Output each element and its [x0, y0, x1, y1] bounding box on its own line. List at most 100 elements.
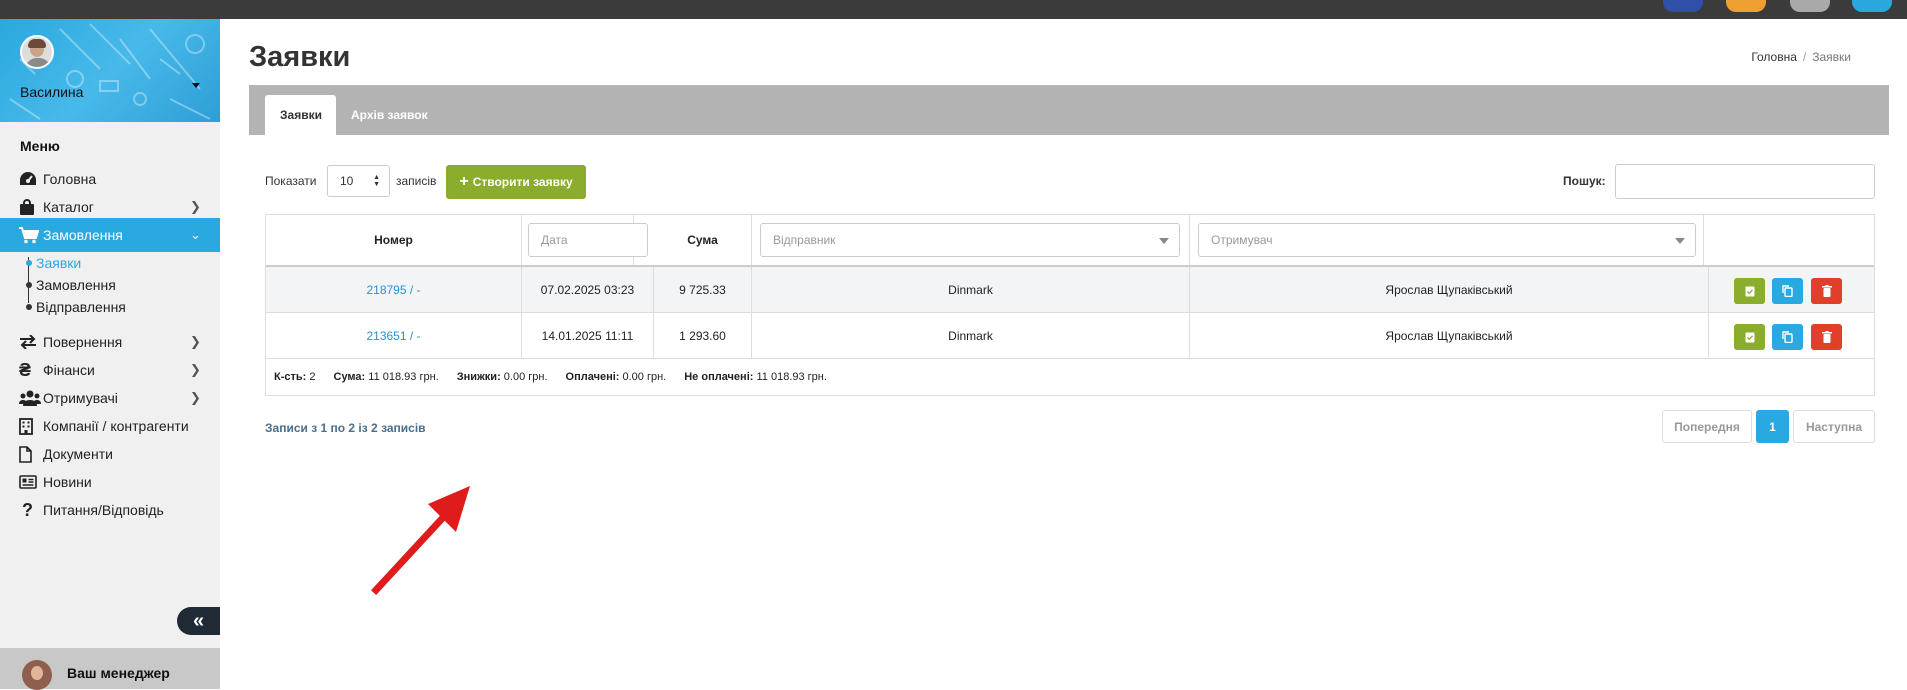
- breadcrumb: Головна / Заявки: [1751, 50, 1851, 64]
- delete-button[interactable]: [1811, 324, 1842, 350]
- recipient-filter-placeholder: Отримувач: [1211, 233, 1273, 247]
- page-title: Заявки: [249, 41, 351, 73]
- hryvnia-icon: ₴: [19, 359, 32, 380]
- app-icon-lightblue[interactable]: [1852, 0, 1892, 12]
- sidebar-item-label: Компанії / контрагенти: [43, 418, 189, 434]
- chevron-down-icon: ⌄: [190, 227, 201, 242]
- header-number[interactable]: Номер: [266, 215, 522, 265]
- profile-panel: Василина: [0, 19, 220, 122]
- create-request-button[interactable]: + Створити заявку: [446, 165, 586, 199]
- file-icon: [19, 445, 43, 463]
- copy-button[interactable]: [1772, 278, 1803, 304]
- header-recipient-cell: Отримувач: [1190, 215, 1704, 265]
- annotation-arrow-icon: [371, 486, 470, 595]
- top-bar: [0, 0, 1907, 19]
- pagination-next[interactable]: Наступна: [1793, 410, 1875, 443]
- request-recipient: Ярослав Щупаківський: [1190, 313, 1709, 358]
- show-label: Показати: [265, 174, 317, 188]
- exchange-icon: [19, 335, 43, 349]
- submenu-item-orders[interactable]: Замовлення: [22, 274, 116, 296]
- bullet-icon: [26, 304, 32, 310]
- plus-icon: +: [459, 173, 469, 190]
- request-number-link[interactable]: 213651 / -: [266, 313, 522, 358]
- page-size-select[interactable]: 10 ▲ ▼: [327, 165, 390, 197]
- totals-sum: Сума: 11 018.93 грн.: [333, 371, 439, 383]
- username[interactable]: Василина: [20, 84, 83, 100]
- sidebar-item-label: Фінанси: [43, 362, 95, 378]
- request-sender: Dinmark: [752, 267, 1190, 312]
- newspaper-icon: [19, 475, 43, 489]
- bullet-icon: [26, 260, 32, 266]
- manager-label: Ваш менеджер: [67, 665, 170, 681]
- chevron-right-icon: ❯: [190, 362, 201, 377]
- sidebar-item-faq[interactable]: ? Питання/Відповідь: [0, 493, 220, 527]
- app-icon-blue[interactable]: [1663, 0, 1703, 12]
- header-actions: [1709, 215, 1875, 265]
- table-header-row: Номер Дата Сума Відправник Отримувач: [266, 215, 1874, 267]
- table-totals: К-сть: 2 Сума: 11 018.93 грн. Знижки: 0.…: [266, 359, 1874, 395]
- tab-bar: Заявки Архів заявок: [249, 85, 1889, 135]
- request-sum: 1 293.60: [654, 313, 752, 358]
- tab-archive[interactable]: Архів заявок: [336, 95, 443, 135]
- search-label: Пошук:: [1563, 174, 1606, 188]
- avatar[interactable]: [20, 35, 54, 69]
- copy-icon: [1782, 285, 1793, 297]
- chevron-right-icon: ❯: [190, 199, 201, 214]
- app-icon-orange[interactable]: [1726, 0, 1766, 12]
- date-filter-input[interactable]: Дата: [528, 223, 648, 257]
- breadcrumb-current: Заявки: [1812, 50, 1851, 64]
- breadcrumb-separator: /: [1802, 50, 1807, 64]
- sidebar-item-label: Питання/Відповідь: [43, 502, 164, 518]
- submenu-label: Відправлення: [36, 299, 126, 315]
- pagination-page-1[interactable]: 1: [1756, 410, 1789, 443]
- cart-icon: [19, 226, 43, 244]
- records-info: Записи з 1 по 2 із 2 записів: [265, 421, 426, 435]
- header-date-cell: Дата: [522, 215, 648, 265]
- building-icon: [19, 417, 43, 435]
- dropdown-arrow-icon: [1675, 238, 1685, 244]
- totals-count: К-сть: 2: [274, 371, 316, 383]
- users-icon: [19, 390, 43, 406]
- request-sum: 9 725.33: [654, 267, 752, 312]
- tab-requests[interactable]: Заявки: [265, 95, 336, 135]
- chevron-right-icon: ❯: [190, 334, 201, 349]
- trash-icon: [1821, 285, 1832, 297]
- sidebar-item-label: Каталог: [43, 199, 94, 215]
- caret-down-icon[interactable]: [192, 83, 200, 88]
- request-date: 14.01.2025 11:11: [522, 313, 654, 358]
- shopping-bag-icon: [19, 198, 43, 216]
- search-input[interactable]: [1615, 164, 1875, 199]
- header-sum[interactable]: Сума: [654, 215, 752, 265]
- pagination-prev[interactable]: Попередня: [1662, 410, 1752, 443]
- request-number-link[interactable]: 218795 / -: [266, 267, 522, 312]
- chevron-right-icon: ❯: [190, 390, 201, 405]
- breadcrumb-home[interactable]: Головна: [1751, 50, 1797, 64]
- manager-panel[interactable]: Ваш менеджер: [0, 648, 220, 690]
- collapse-sidebar-button[interactable]: «: [177, 607, 220, 635]
- sidebar-item-orders[interactable]: Замовлення ⌄: [0, 218, 220, 252]
- sender-filter-select[interactable]: Відправник: [760, 223, 1180, 257]
- table-row: 213651 / - 14.01.2025 11:11 1 293.60 Din…: [266, 313, 1874, 359]
- submenu-item-requests[interactable]: Заявки: [22, 252, 81, 274]
- app-icon-gray[interactable]: [1790, 0, 1830, 12]
- header-sender-cell: Відправник: [752, 215, 1190, 265]
- dropdown-arrow-icon: [1159, 238, 1169, 244]
- sidebar-item-label: Головна: [43, 171, 97, 187]
- recipient-filter-select[interactable]: Отримувач: [1198, 223, 1696, 257]
- clipboard-check-icon: [1745, 332, 1754, 343]
- submenu-item-shipments[interactable]: Відправлення: [22, 296, 126, 318]
- records-label: записів: [396, 174, 437, 188]
- totals-paid: Оплачені: 0.00 грн.: [565, 371, 667, 383]
- sidebar-item-label: Документи: [43, 446, 113, 462]
- delete-button[interactable]: [1811, 278, 1842, 304]
- approve-button[interactable]: [1734, 324, 1765, 350]
- request-recipient: Ярослав Щупаківський: [1190, 267, 1709, 312]
- menu-title: Меню: [20, 138, 60, 154]
- sidebar-item-label: Замовлення: [43, 227, 123, 243]
- approve-button[interactable]: [1734, 278, 1765, 304]
- create-request-label: Створити заявку: [472, 175, 573, 189]
- submenu-label: Заявки: [36, 255, 82, 271]
- copy-button[interactable]: [1772, 324, 1803, 350]
- manager-avatar: [22, 660, 52, 690]
- submenu-label: Замовлення: [36, 277, 116, 293]
